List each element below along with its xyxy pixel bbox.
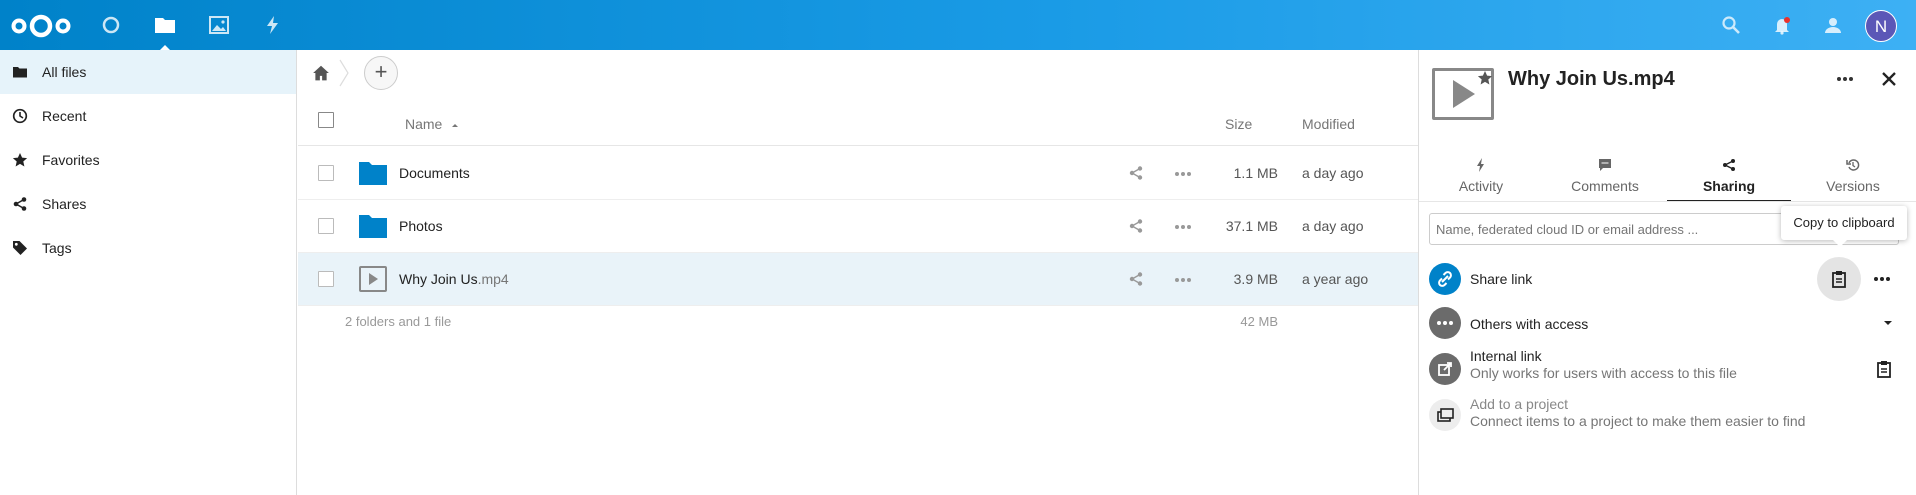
- table-row-selected[interactable]: Why Join Us.mp4 3.9 MB a year ago: [298, 253, 1418, 306]
- share-link-row: Share link: [1429, 257, 1909, 301]
- comment-icon: [1599, 159, 1611, 171]
- lightning-icon: [1477, 158, 1484, 172]
- star-icon: [12, 153, 28, 167]
- details-sidebar: Why Join Us.mp4 Activity Comments Sharin…: [1418, 50, 1916, 495]
- home-icon[interactable]: [312, 64, 330, 82]
- copy-to-clipboard-tooltip: Copy to clipboard: [1781, 206, 1907, 247]
- more-actions-icon[interactable]: [1174, 224, 1192, 230]
- share-link-label: Share link: [1470, 271, 1533, 287]
- tab-activity[interactable]: Activity: [1419, 154, 1543, 202]
- share-link-more-icon[interactable]: [1873, 276, 1891, 282]
- file-modified: a day ago: [1302, 218, 1364, 234]
- external-link-icon: [1429, 353, 1461, 385]
- internal-link-description: Only works for users with access to this…: [1470, 365, 1737, 381]
- file-modified: a year ago: [1302, 271, 1369, 287]
- nextcloud-logo[interactable]: [10, 13, 72, 39]
- sidebar-tabs: Activity Comments Sharing Versions: [1419, 154, 1916, 202]
- top-header: N: [0, 0, 1916, 51]
- chevron-down-icon[interactable]: [1883, 319, 1893, 327]
- nav-item-label: Tags: [42, 240, 72, 256]
- project-icon: [1429, 399, 1461, 431]
- new-file-plus-button[interactable]: +: [364, 56, 398, 90]
- add-to-project-row[interactable]: Add to a project Connect items to a proj…: [1429, 392, 1909, 438]
- internal-link-label: Internal link: [1470, 348, 1542, 364]
- nav-item-label: All files: [42, 64, 87, 80]
- row-checkbox[interactable]: [318, 218, 334, 234]
- add-to-project-label: Add to a project: [1470, 396, 1569, 412]
- file-name[interactable]: Documents: [399, 147, 470, 200]
- file-modified: a day ago: [1302, 165, 1364, 181]
- name-column-header[interactable]: Name: [405, 116, 460, 132]
- size-column-header[interactable]: Size: [1225, 116, 1252, 132]
- folder-icon: [155, 18, 175, 33]
- select-all-checkbox[interactable]: [318, 112, 334, 128]
- nav-item-label: Shares: [42, 196, 87, 212]
- tag-icon: [13, 241, 27, 255]
- lightning-icon[interactable]: [261, 13, 285, 37]
- others-with-access-label: Others with access: [1470, 316, 1589, 332]
- add-to-project-description: Connect items to a project to make them …: [1470, 413, 1806, 429]
- row-checkbox[interactable]: [318, 165, 334, 181]
- share-icon[interactable]: [1128, 165, 1144, 181]
- copy-link-button[interactable]: [1817, 257, 1861, 301]
- tab-sharing[interactable]: Sharing: [1667, 154, 1791, 202]
- tab-versions[interactable]: Versions: [1791, 154, 1915, 202]
- tabs-divider: [1419, 201, 1916, 202]
- nav-item-tags[interactable]: Tags: [0, 226, 296, 270]
- folder-icon: [359, 162, 387, 185]
- files-list-area: + Name Size Modified Documents 1.1 MB a …: [298, 50, 1418, 495]
- sort-ascending-icon: [452, 124, 459, 127]
- more-actions-icon[interactable]: [1174, 171, 1192, 177]
- search-icon[interactable]: [1719, 13, 1743, 37]
- file-size: 37.1 MB: [1225, 218, 1278, 234]
- clipboard-icon: [1832, 271, 1846, 288]
- app-navigation: All files Recent Favorites Shares Tags: [0, 50, 297, 495]
- tab-comments[interactable]: Comments: [1543, 154, 1667, 202]
- folder-icon: [359, 215, 387, 238]
- close-icon[interactable]: [1880, 70, 1898, 88]
- breadcrumb: +: [298, 50, 1418, 96]
- share-icon: [1723, 159, 1735, 171]
- share-icon[interactable]: [1128, 218, 1144, 234]
- table-row[interactable]: Photos 37.1 MB a day ago: [298, 200, 1418, 253]
- nav-item-all-files[interactable]: All files: [0, 50, 296, 94]
- history-icon: [1846, 159, 1860, 171]
- more-actions-icon[interactable]: [1174, 277, 1192, 283]
- files-app-button[interactable]: [153, 13, 177, 51]
- nav-item-label: Favorites: [42, 152, 100, 168]
- breadcrumb-separator: [339, 59, 349, 87]
- link-icon: [1429, 263, 1461, 295]
- contacts-icon[interactable]: [1821, 13, 1845, 37]
- nav-item-recent[interactable]: Recent: [0, 94, 296, 138]
- file-name[interactable]: Photos: [399, 200, 443, 253]
- nav-item-shares[interactable]: Shares: [0, 182, 296, 226]
- nav-item-favorites[interactable]: Favorites: [0, 138, 296, 182]
- total-size-summary: 42 MB: [1240, 314, 1278, 329]
- file-size: 1.1 MB: [1233, 165, 1278, 181]
- favorite-star-icon[interactable]: [1477, 70, 1493, 86]
- share-icon[interactable]: [1128, 271, 1144, 287]
- table-row[interactable]: Documents 1.1 MB a day ago: [298, 147, 1418, 200]
- ellipsis-circle-icon: [1429, 307, 1461, 339]
- clipboard-icon[interactable]: [1876, 360, 1892, 378]
- user-avatar[interactable]: N: [1865, 10, 1897, 42]
- share-icon: [13, 197, 27, 211]
- file-name[interactable]: Why Join Us.mp4: [399, 253, 509, 306]
- nav-item-label: Recent: [42, 108, 87, 124]
- folder-icon: [13, 67, 27, 78]
- image-icon[interactable]: [207, 13, 231, 37]
- sidebar-file-title: Why Join Us.mp4: [1508, 68, 1675, 90]
- notifications-bell-icon[interactable]: [1770, 13, 1794, 37]
- file-list-header: Name Size Modified: [298, 102, 1418, 146]
- clock-icon: [12, 108, 28, 124]
- sidebar-more-icon[interactable]: [1836, 76, 1854, 82]
- modified-column-header[interactable]: Modified: [1302, 116, 1355, 132]
- internal-link-row: Internal link Only works for users with …: [1429, 346, 1909, 392]
- dashboard-circle-icon[interactable]: [99, 13, 123, 37]
- others-with-access-row[interactable]: Others with access: [1429, 301, 1909, 345]
- file-count-summary: 2 folders and 1 file: [345, 314, 452, 329]
- video-file-icon: [359, 266, 387, 292]
- file-size: 3.9 MB: [1233, 271, 1278, 287]
- row-checkbox[interactable]: [318, 271, 334, 287]
